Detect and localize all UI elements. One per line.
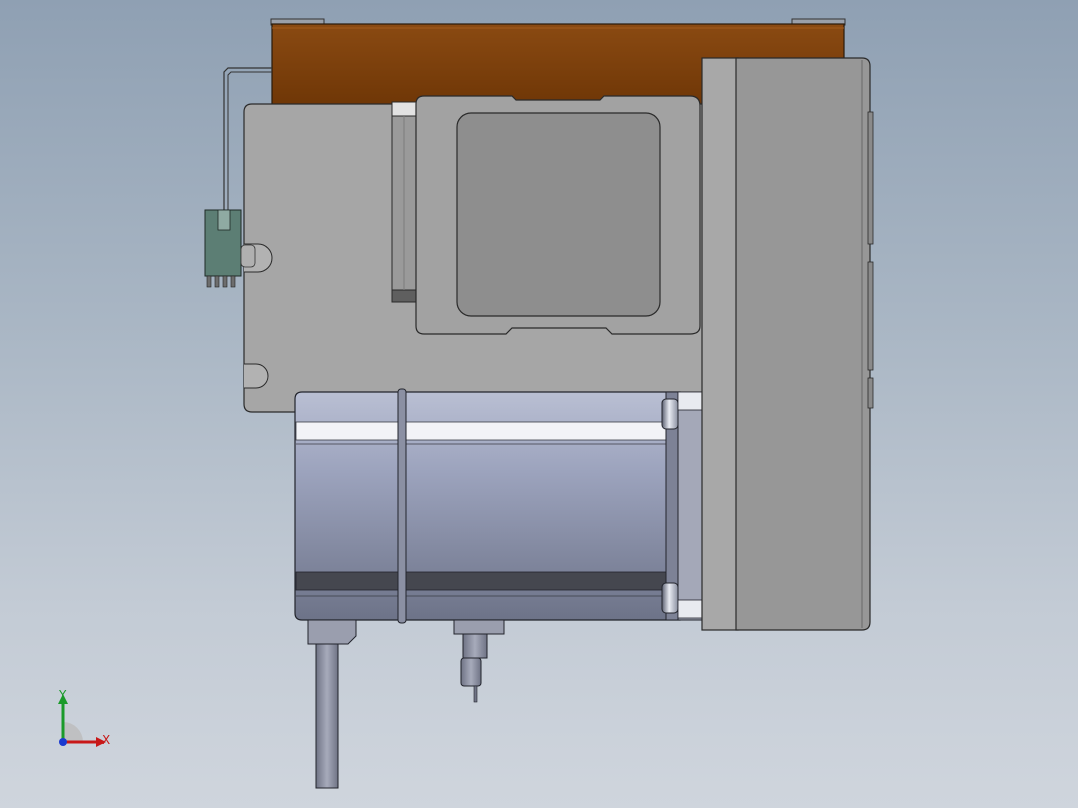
cad-graphics-viewport[interactable]: Y X: [0, 0, 1078, 808]
window-frame[interactable]: [415, 95, 701, 335]
stepper-motor[interactable]: [294, 388, 703, 624]
guide-block[interactable]: [391, 101, 417, 303]
motor-shaft[interactable]: [453, 619, 505, 703]
triad-x-label: X: [102, 733, 111, 747]
triad-y-label: Y: [59, 688, 67, 702]
cad-model-assembly[interactable]: [0, 0, 1078, 808]
gear-housing[interactable]: [701, 57, 874, 631]
motor-cable-outlet[interactable]: [307, 619, 357, 789]
